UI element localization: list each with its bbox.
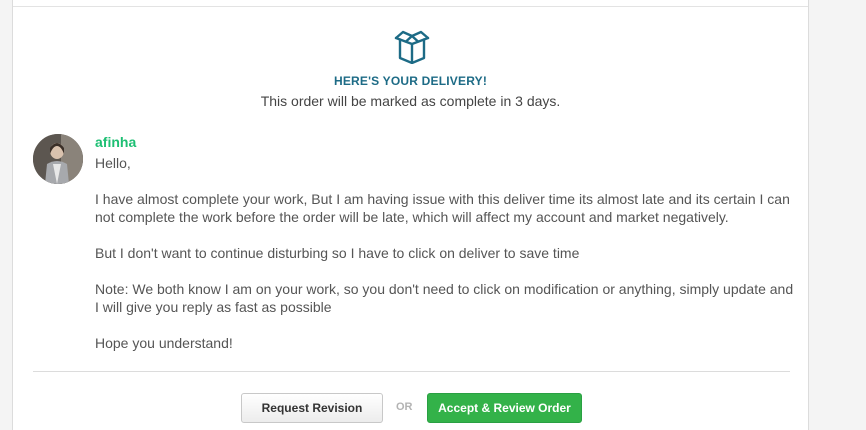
message-paragraph: Hello, [95,155,131,171]
message-paragraph: I have almost complete your work, But I … [95,191,790,225]
or-separator: OR [396,401,413,413]
seller-avatar[interactable] [33,134,83,184]
message-body: Hello, I have almost complete your work,… [95,154,795,370]
open-box-icon [394,30,430,64]
message-paragraph: Hope you understand! [95,335,233,351]
delivery-card: HERE'S YOUR DELIVERY! This order will be… [12,0,809,430]
divider [33,371,790,372]
divider [13,6,808,7]
request-revision-button[interactable]: Request Revision [241,393,383,423]
delivery-title: HERE'S YOUR DELIVERY! [333,74,488,88]
message-paragraph: Note: We both know I am on your work, so… [95,281,794,315]
delivery-subtitle: This order will be marked as complete in… [260,93,561,109]
accept-review-order-button[interactable]: Accept & Review Order [427,393,582,423]
message-paragraph: But I don't want to continue disturbing … [95,245,580,261]
sender-name[interactable]: afinha [95,134,136,150]
